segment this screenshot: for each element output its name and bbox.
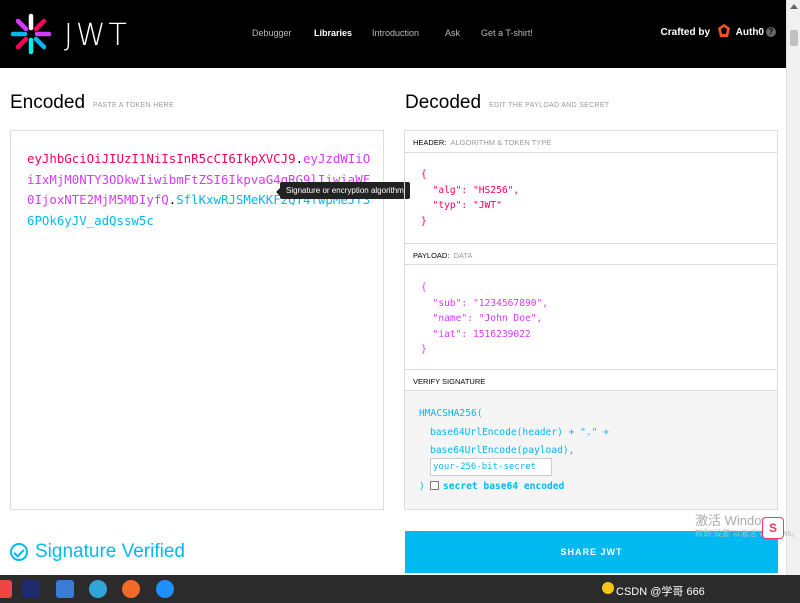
nav-ask[interactable]: Ask [445,28,460,38]
k-app-icon[interactable] [156,580,174,598]
verify-signature-area: HMACSHA256( base64UrlEncode(header) + ".… [405,391,777,509]
payload-label: PAYLOAD: [413,251,450,260]
moon-icon[interactable] [602,582,614,594]
sig-close-paren: ) [419,481,425,492]
sig-function: HMACSHA256( [419,408,483,419]
json-brace: { [421,282,427,293]
json-line-name: "name": "John Doe", [421,313,543,324]
app-icon[interactable] [0,580,12,598]
nav-tshirt[interactable]: Get a T-shirt! [481,28,533,38]
json-line-typ: "typ": "JWT" [421,200,502,211]
decoded-panel: HEADER: ALGORITHM & TOKEN TYPE { "alg": … [404,130,778,510]
top-navbar: JWT Debugger Libraries Introduction Ask … [0,0,786,68]
decoded-title: Decoded [405,92,482,113]
edge-browser-icon[interactable] [89,580,107,598]
encoded-subtitle: PASTE A TOKEN HERE [93,102,174,109]
header-sublabel: ALGORITHM & TOKEN TYPE [450,138,552,147]
token-dot: . [295,151,304,166]
json-line-alg: "alg": "HS256", [421,184,520,196]
nav-introduction[interactable]: Introduction [372,28,419,38]
sig-payload-line: base64UrlEncode(payload), [430,445,575,456]
header-section-label: HEADER: ALGORITHM & TOKEN TYPE [405,131,777,153]
scroll-thumb[interactable] [790,30,798,46]
jetbrains-icon[interactable] [22,580,40,598]
help-icon[interactable]: ? [766,27,776,37]
secret-base64-checkbox[interactable] [430,481,439,490]
payload-json-editor[interactable]: { "sub": "1234567890", "name": "John Doe… [421,280,548,358]
json-brace: } [421,344,427,355]
verify-section-label: VERIFY SIGNATURE [405,369,777,391]
json-brace: } [421,215,427,227]
crafted-by-label: Crafted by [660,27,710,38]
auth0-logo-icon[interactable] [716,23,732,39]
nav-libraries[interactable]: Libraries [314,28,352,38]
check-circle-icon [10,543,28,561]
encoded-title: Encoded [10,92,86,113]
verify-label: VERIFY SIGNATURE [413,377,486,386]
secret-base64-label[interactable]: secret base64 encoded [443,481,564,492]
tray-watermark-text: CSDN @学哥 666 [616,586,705,598]
decoded-subtitle: EDIT THE PAYLOAD AND SECRET [489,102,610,109]
payload-sublabel: DATA [453,251,473,260]
computer-icon[interactable] [56,580,74,598]
postman-icon[interactable] [122,580,140,598]
signature-verified-text: Signature Verified [35,541,185,562]
header-label: HEADER: [413,138,447,147]
sogou-ime-icon[interactable]: S [762,517,784,539]
windows-taskbar: CSDN @学哥 666 [0,575,800,603]
nav-debugger[interactable]: Debugger [252,28,292,38]
payload-section-label: PAYLOAD: DATA [405,243,777,265]
header-json-editor[interactable]: { "alg": "HS256", "typ": "JWT"} [421,167,519,229]
json-brace: { [421,169,427,180]
json-line-sub: "sub": "1234567890", [421,297,549,309]
secret-input[interactable] [430,458,552,476]
auth0-link[interactable]: Auth0 [736,27,764,38]
token-header-part: eyJhbGciOiJIUzI1NiIsInR5cCI6IkpXVCJ9 [27,151,296,166]
page-scrollbar[interactable] [786,0,800,575]
algorithm-tooltip: Signature or encryption algorithm [276,182,410,199]
scroll-up-arrow-icon[interactable] [790,4,798,9]
json-line-iat: "iat": 1516239022 [421,328,531,340]
sig-header-line: base64UrlEncode(header) + "." + [430,427,610,438]
